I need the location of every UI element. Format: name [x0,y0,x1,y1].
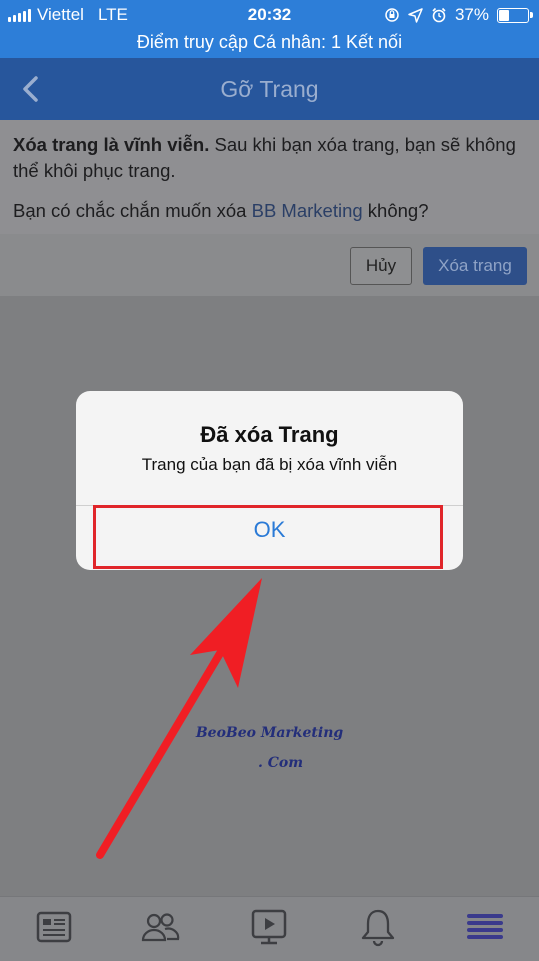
question-prefix: Bạn có chắc chắn muốn xóa [13,200,252,221]
video-icon[interactable] [249,907,289,947]
hotspot-banner[interactable]: Điểm truy cập Cá nhân: 1 Kết nối [0,30,539,58]
news-feed-icon[interactable] [35,907,75,947]
delete-page-button[interactable]: Xóa trang [423,247,527,285]
tab-bar [0,896,539,961]
menu-icon[interactable] [465,907,505,947]
status-bar: Viettel LTE 20:32 37% [0,0,539,30]
warning-bold: Xóa trang là vĩnh viễn. [13,134,210,155]
watermark: BeoBeo Marketing . Com [0,718,539,778]
location-icon [408,7,423,23]
nav-bar: Gỡ Trang [0,58,539,120]
page-name-link[interactable]: BB Marketing [252,200,363,221]
notifications-icon[interactable] [358,907,398,947]
action-bar: Hủy Xóa trang [0,234,539,296]
highlight-box [93,505,443,569]
cancel-button[interactable]: Hủy [350,247,412,285]
page-title: Gỡ Trang [220,76,319,102]
delete-warning: Xóa trang là vĩnh viễn. Sau khi bạn xóa … [0,120,539,234]
watermark-line2: . Com [257,755,304,771]
orientation-lock-icon [385,8,399,22]
friends-icon[interactable] [140,907,180,947]
battery-percent: 37% [454,5,489,24]
battery-icon [497,7,533,23]
question-suffix: không? [362,200,429,221]
watermark-line1: BeoBeo Marketing [195,725,344,741]
dialog-title: Đã xóa Trang [200,422,339,447]
alarm-icon [432,7,446,23]
dialog-message: Trang của bạn đã bị xóa vĩnh viễn [141,455,398,474]
warning-paragraph: Xóa trang là vĩnh viễn. Sau khi bạn xóa … [13,132,528,184]
confirm-question: Bạn có chắc chắn muốn xóa BB Marketing k… [13,198,528,224]
